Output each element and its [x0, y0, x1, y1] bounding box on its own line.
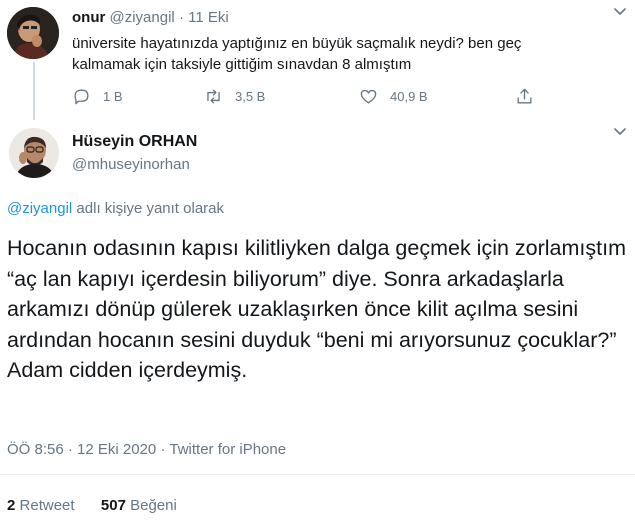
avatar-photo [7, 7, 59, 59]
retweet-icon [207, 88, 220, 104]
reply-author-handle[interactable]: @mhuseyinorhan [72, 156, 190, 173]
tweet-source[interactable]: Twitter for iPhone [169, 441, 286, 458]
tweet-meta: ÖÖ 8:56 · 12 Eki 2020 · Twitter for iPho… [7, 441, 286, 458]
separator: · [67, 441, 73, 458]
more-options-button[interactable] [612, 125, 628, 139]
tweet-text: Hocanın odasının kapısı kilitliyken dalg… [7, 236, 626, 383]
more-options-button[interactable] [612, 5, 628, 19]
likes-stat[interactable]: 507 Beğeni [101, 497, 177, 514]
replying-to-label: adlı kişiye yanıt olarak [72, 200, 225, 217]
tweet-stats: 2 Retweet 507 Beğeni [7, 497, 177, 514]
retweet-stat-count: 2 [7, 497, 16, 514]
like-stat-label: Beğeni [130, 497, 177, 514]
parent-tweet-text: üniversite hayatınızda yaptığınız en büy… [72, 35, 522, 73]
separator: · [160, 441, 166, 458]
reply-author-name[interactable]: Hüseyin ORHAN [72, 133, 197, 151]
reply-button[interactable]: 1 B [72, 86, 123, 106]
chevron-down-icon [614, 128, 626, 135]
reply-count: 1 B [103, 88, 123, 104]
avatar[interactable] [7, 7, 59, 59]
tweet-full-date[interactable]: 12 Eki 2020 [77, 441, 156, 458]
like-count: 40,9 B [390, 88, 428, 104]
share-icon [517, 88, 532, 104]
replying-to: @ziyangil adlı kişiye yanıt olarak [7, 200, 224, 217]
retweets-stat[interactable]: 2 Retweet [7, 497, 75, 514]
share-button[interactable] [515, 86, 534, 106]
author-name[interactable]: onur [72, 9, 105, 26]
like-button[interactable]: 40,9 B [359, 86, 428, 106]
tweet-time[interactable]: ÖÖ 8:56 [7, 441, 64, 458]
mention-link[interactable]: @ziyangil [7, 200, 72, 217]
author-handle[interactable]: @ziyangil [110, 9, 175, 26]
thread-line [33, 62, 35, 120]
tweet-actions: 1 B 3,5 B 40,9 B [72, 86, 542, 106]
divider [0, 474, 635, 475]
heart-icon [360, 89, 377, 104]
avatar-photo [9, 128, 59, 178]
parent-tweet[interactable]: onur @ziyangil · 11 Eki üniversite hayat… [0, 0, 635, 120]
chevron-down-icon [614, 8, 626, 15]
retweet-count: 3,5 B [235, 88, 266, 104]
retweet-stat-label: Retweet [19, 497, 75, 514]
separator: · [178, 9, 184, 26]
retweet-button[interactable]: 3,5 B [204, 86, 265, 106]
reply-author-avatar[interactable] [9, 128, 59, 178]
tweet-date[interactable]: 11 Eki [188, 9, 229, 26]
like-stat-count: 507 [100, 497, 126, 514]
parent-tweet-header: onur @ziyangil · 11 Eki [72, 9, 229, 27]
reply-bubble-icon [74, 88, 89, 104]
